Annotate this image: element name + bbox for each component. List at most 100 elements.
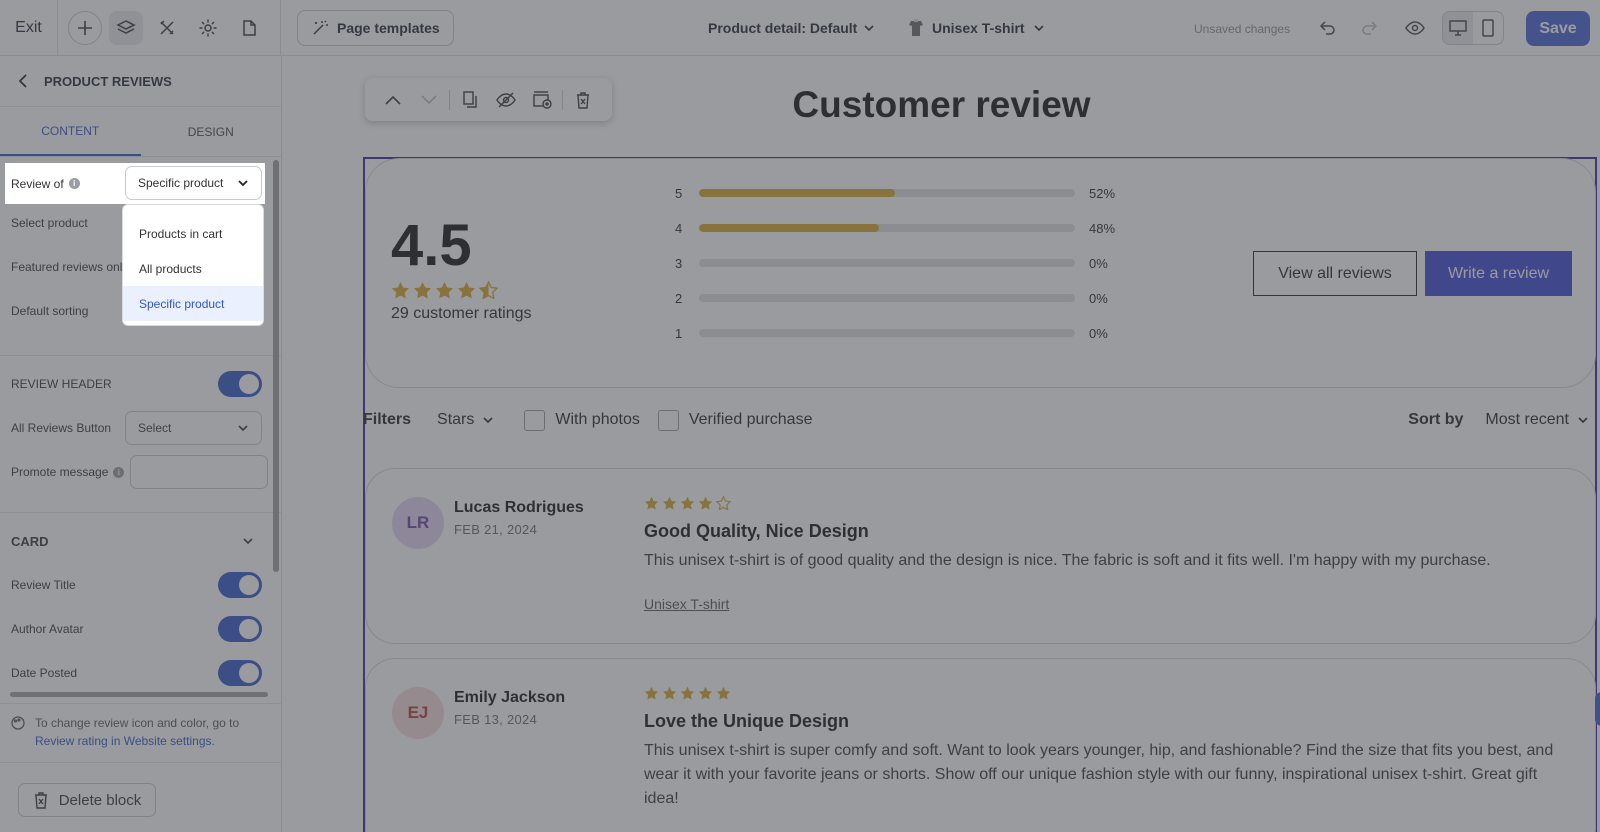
promote-message-input[interactable] xyxy=(130,455,268,489)
filters-bar: Filters Stars With photos Verified purch… xyxy=(363,405,1593,435)
all-reviews-button-value: Select xyxy=(138,421,172,435)
option-products-in-cart[interactable]: Products in cart xyxy=(123,216,263,251)
save-button[interactable]: Save xyxy=(1526,11,1590,46)
ratings-count: 29 customer ratings xyxy=(391,305,532,322)
review-title-toggle[interactable] xyxy=(218,572,262,598)
page-selector-label: Product detail: Default xyxy=(708,20,858,36)
scroll-handle[interactable] xyxy=(1595,692,1600,726)
select-product-label: Select product xyxy=(11,216,88,230)
mobile-icon[interactable] xyxy=(1473,12,1503,44)
review-title: Love the Unique Design xyxy=(644,711,850,731)
review-title-label: Review Title xyxy=(11,578,76,592)
star-icon xyxy=(457,281,476,299)
review-body: This unisex t-shirt is of good quality a… xyxy=(644,552,1491,569)
rating-bar-star: 1 xyxy=(675,325,683,341)
review-card: LR Lucas Rodrigues FEB 21, 2024 Good Qua… xyxy=(365,468,1596,644)
website-settings-link[interactable]: Review rating in Website settings. xyxy=(35,734,215,748)
review-of-value: Specific product xyxy=(138,176,224,190)
tab-content[interactable]: CONTENT xyxy=(0,107,141,156)
rating-bar-percent: 48% xyxy=(1089,220,1116,236)
review-date: FEB 13, 2024 xyxy=(454,712,538,727)
star-icon xyxy=(413,281,432,299)
promote-message-row: Promote message i xyxy=(0,450,268,494)
default-sorting-label: Default sorting xyxy=(11,304,89,318)
author-avatar-toggle[interactable] xyxy=(218,616,262,642)
review-date: FEB 21, 2024 xyxy=(454,522,538,537)
layers-icon[interactable] xyxy=(109,10,143,45)
sidebar-scrollbar[interactable] xyxy=(273,160,279,572)
chevron-down-icon xyxy=(1033,22,1045,34)
chevron-down-icon xyxy=(1577,414,1589,426)
rating-bar-percent: 0% xyxy=(1089,325,1108,341)
product-selector[interactable]: Unisex T-shirt xyxy=(908,0,1045,56)
star-icon xyxy=(662,686,677,700)
all-reviews-button-select[interactable]: Select xyxy=(125,411,262,445)
undo-icon[interactable] xyxy=(1310,11,1344,45)
page-selector[interactable]: Product detail: Default xyxy=(708,0,875,56)
chevron-down-icon xyxy=(242,535,254,547)
reviewed-product-link[interactable]: Unisex T-shirt xyxy=(644,596,729,612)
back-arrow-icon[interactable] xyxy=(18,74,28,88)
star-icon xyxy=(698,496,713,510)
review-body: This unisex t-shirt is super comfy and s… xyxy=(644,742,1554,807)
star-icon xyxy=(716,686,731,700)
add-icon[interactable] xyxy=(68,10,102,45)
all-reviews-button-label: All Reviews Button xyxy=(11,421,112,435)
gear-icon[interactable] xyxy=(191,11,225,45)
rating-bar-row: 3 0% xyxy=(675,253,1108,273)
chevron-down-icon xyxy=(863,22,875,34)
author-avatar-label: Author Avatar xyxy=(11,622,84,636)
view-all-reviews-button[interactable]: View all reviews xyxy=(1253,251,1417,296)
rating-bar-row: 2 0% xyxy=(675,288,1108,308)
half-star-icon xyxy=(479,281,498,299)
featured-reviews-label: Featured reviews only xyxy=(11,260,129,274)
rating-bar-percent: 0% xyxy=(1089,255,1108,271)
filters-label: Filters xyxy=(363,411,412,428)
page-canvas: Customer review 4.5 29 customer ratings … xyxy=(283,56,1600,832)
rating-bar-track xyxy=(699,294,1075,302)
review-title-row: Review Title xyxy=(0,563,268,607)
page-templates-button[interactable]: Page templates xyxy=(297,9,454,46)
trash-icon xyxy=(33,791,49,809)
rating-bar-percent: 0% xyxy=(1089,290,1108,306)
review-of-select[interactable]: Specific product xyxy=(125,166,262,200)
verified-purchase-checkbox[interactable] xyxy=(657,409,679,431)
hint-text: To change review icon and color, go to xyxy=(35,716,240,730)
exit-button[interactable]: Exit xyxy=(0,0,58,56)
redo-icon[interactable] xyxy=(1353,11,1387,45)
tab-design[interactable]: DESIGN xyxy=(141,107,282,156)
chevron-down-icon xyxy=(482,414,494,426)
sort-dropdown[interactable]: Most recent xyxy=(1485,411,1589,429)
review-header-toggle[interactable] xyxy=(218,371,262,397)
rating-bar-percent: 52% xyxy=(1089,185,1116,201)
delete-block-button[interactable]: Delete block xyxy=(18,783,156,817)
option-all-products[interactable]: All products xyxy=(123,251,263,286)
review-card: EJ Emily Jackson FEB 13, 2024 Love the U… xyxy=(365,658,1596,832)
write-review-button[interactable]: Write a review xyxy=(1425,251,1572,296)
rating-bar-track xyxy=(699,329,1075,337)
chevron-down-icon xyxy=(237,177,249,189)
card-section-header[interactable]: CARD xyxy=(0,519,268,563)
review-header-label: REVIEW HEADER xyxy=(11,377,112,391)
review-header-row: REVIEW HEADER xyxy=(0,362,268,406)
sidebar-tabs: CONTENT DESIGN xyxy=(0,107,281,157)
sidebar-horizontal-scrollbar[interactable] xyxy=(10,692,268,697)
unsaved-status: Unsaved changes xyxy=(1194,22,1291,36)
with-photos-checkbox[interactable] xyxy=(524,409,546,431)
option-specific-product[interactable]: Specific product xyxy=(123,286,263,321)
review-of-label: Review of xyxy=(11,176,64,191)
rating-bar-track xyxy=(699,189,1075,197)
rating-bar-fill xyxy=(699,224,880,232)
desktop-icon[interactable] xyxy=(1443,12,1473,44)
with-photos-label: With photos xyxy=(555,411,640,428)
tools-icon[interactable] xyxy=(150,11,184,45)
star-icon xyxy=(644,496,659,510)
preview-eye-icon[interactable] xyxy=(1398,11,1432,45)
verified-purchase-label: Verified purchase xyxy=(688,411,813,428)
info-icon: i xyxy=(68,178,80,189)
average-rating: 4.5 xyxy=(391,213,472,278)
star-icon xyxy=(391,281,410,299)
pages-icon[interactable] xyxy=(232,11,266,45)
stars-filter-dropdown[interactable]: Stars xyxy=(437,411,494,429)
date-posted-toggle[interactable] xyxy=(218,660,262,686)
